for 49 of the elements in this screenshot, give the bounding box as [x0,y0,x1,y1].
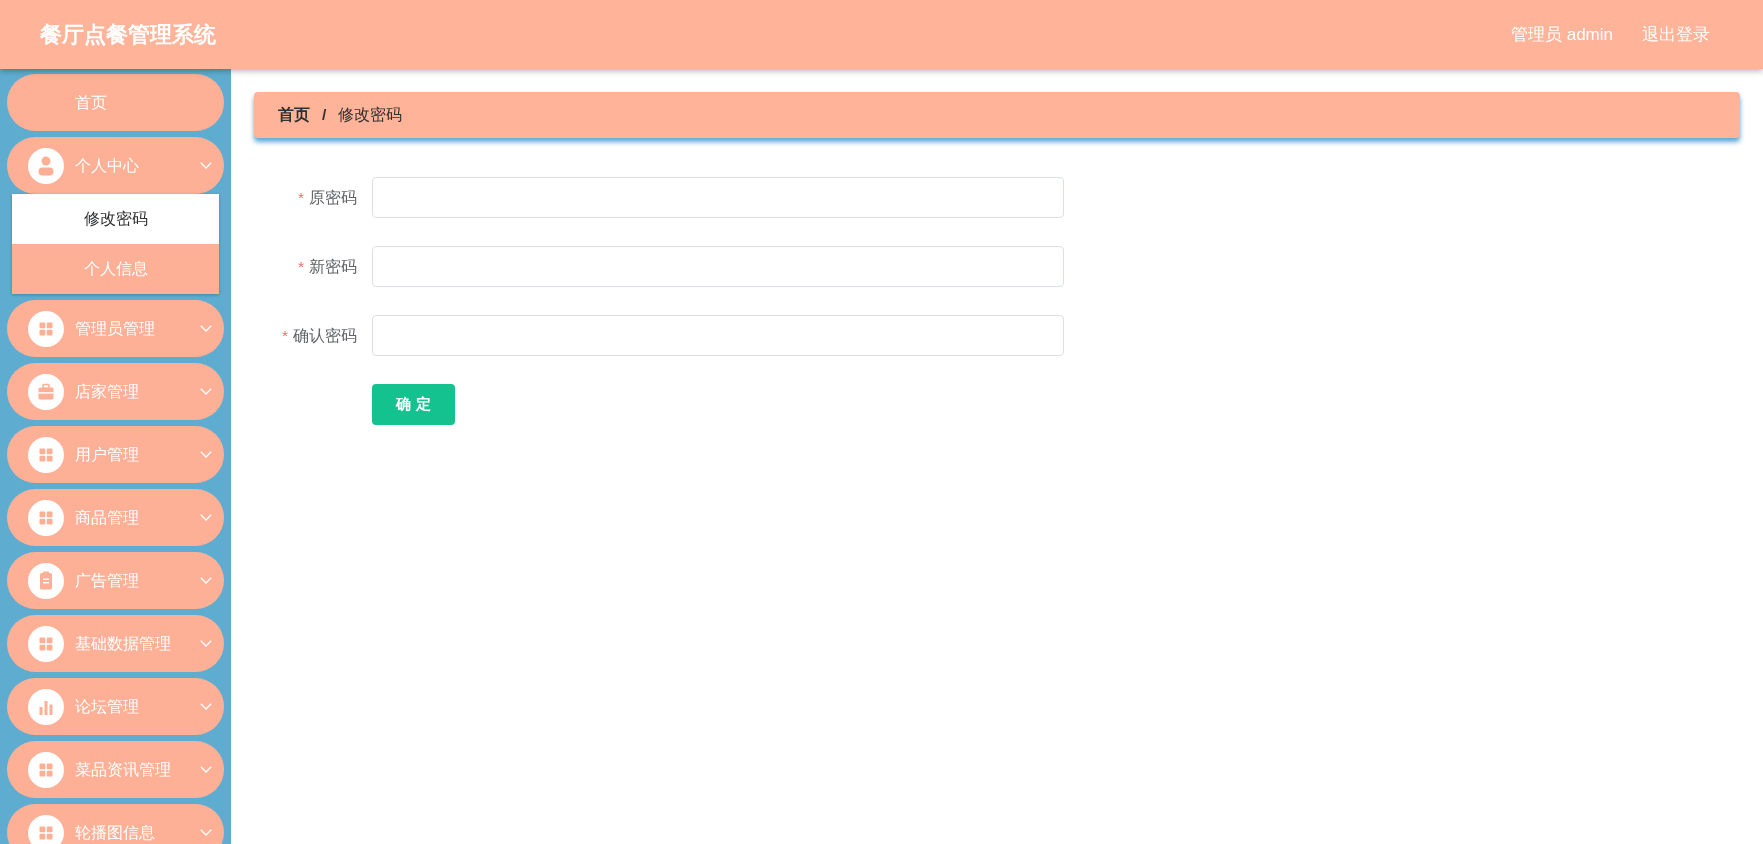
menu-item[interactable]: 菜品资讯管理 [7,741,224,798]
grid-icon [28,814,64,844]
briefcase-icon [28,373,64,410]
field-label: 原密码 [309,187,357,208]
user-name: 管理员 admin [1510,23,1613,46]
menu-item[interactable]: 轮播图信息 [7,804,224,844]
breadcrumb-current: 修改密码 [338,105,403,126]
grid-icon [28,310,64,347]
chevron-down-icon [200,451,212,458]
bar-chart-icon [28,688,64,725]
required-mark: * [297,187,304,208]
clipboard-icon [28,562,64,599]
password-field[interactable] [372,246,1064,287]
required-mark: * [297,256,304,277]
required-mark: * [281,325,288,346]
menu-item[interactable]: 广告管理 [7,552,224,609]
password-field[interactable] [372,315,1064,356]
chevron-down-icon [200,829,212,836]
grid-icon [28,625,64,662]
confirm-button[interactable]: 确 定 [372,384,455,425]
app-title: 餐厅点餐管理系统 [40,21,216,49]
chevron-down-icon [200,162,212,169]
submenu-item[interactable]: 个人信息 [12,244,219,294]
person-icon [28,147,64,184]
field-label: 确认密码 [293,325,357,346]
menu-item[interactable]: 基础数据管理 [7,615,224,672]
chevron-down-icon [200,640,212,647]
menu-item[interactable]: 首页 [7,74,224,131]
grid-icon [28,436,64,473]
chevron-down-icon [200,766,212,773]
field-label: 新密码 [309,256,357,277]
password-field[interactable] [372,177,1064,218]
submenu-item[interactable]: 修改密码 [12,194,219,244]
menu-item[interactable]: 用户管理 [7,426,224,483]
chevron-down-icon [200,514,212,521]
menu-item[interactable]: 个人中心 [7,137,224,194]
menu-item[interactable]: 管理员管理 [7,300,224,357]
breadcrumb-link[interactable]: 首页 [278,103,310,127]
menu-item[interactable]: 商品管理 [7,489,224,546]
chevron-down-icon [200,388,212,395]
chevron-down-icon [200,325,212,332]
logout-link[interactable]: 退出登录 [1642,21,1710,48]
grid-icon [28,751,64,788]
chevron-down-icon [200,577,212,584]
menu-item[interactable]: 论坛管理 [7,678,224,735]
chevron-down-icon [200,703,212,710]
breadcrumb-separator: / [322,105,327,126]
grid-icon [28,499,64,536]
menu-item[interactable]: 店家管理 [7,363,224,420]
